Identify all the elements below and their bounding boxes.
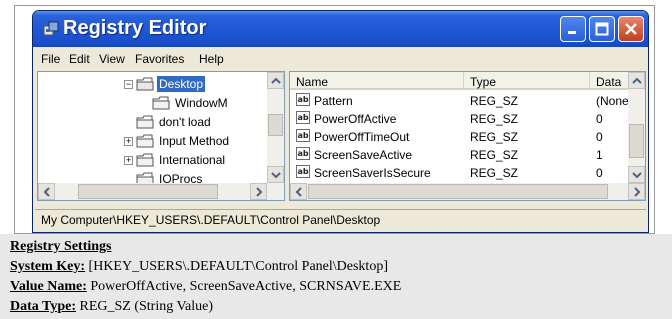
tree-node-label: Input Method xyxy=(159,134,230,148)
list-row[interactable]: ab ScreenSaverIsSecure REG_SZ 0 xyxy=(290,164,630,182)
list-row[interactable]: ab PowerOffTimeOut REG_SZ 0 xyxy=(290,128,630,146)
list-vertical-scrollbar[interactable] xyxy=(628,72,645,183)
status-bar: My Computer\HKEY_USERS\.DEFAULT\Control … xyxy=(35,209,646,230)
scroll-thumb[interactable] xyxy=(78,184,218,199)
registry-app-icon xyxy=(43,21,59,36)
value-type: REG_SZ xyxy=(470,166,519,180)
tree-node-label: Desktop xyxy=(157,76,206,92)
menu-view[interactable]: View xyxy=(99,52,125,66)
tree-node-label: WindowM xyxy=(175,96,228,110)
value-type: REG_SZ xyxy=(470,130,519,144)
key-tree-pane[interactable]: − Desktop WindowM don't load + Input Met… xyxy=(37,71,285,201)
system-key-label: System Key: xyxy=(10,259,86,274)
value-name: ScreenSaveActive xyxy=(314,148,413,162)
scroll-right-button[interactable] xyxy=(250,183,267,200)
column-header-data[interactable]: Data xyxy=(590,72,630,90)
scroll-thumb[interactable] xyxy=(629,124,644,158)
value-name-line: Value Name: PowerOffActive, ScreenSaveAc… xyxy=(10,279,401,295)
tree-node-label: don't load xyxy=(159,115,211,129)
value-type: REG_SZ xyxy=(470,112,519,126)
value-data: 0 xyxy=(596,112,603,126)
values-list-pane[interactable]: Name Type Data ab Pattern REG_SZ (None) … xyxy=(289,71,646,201)
string-value-icon: ab xyxy=(296,111,310,124)
folder-icon xyxy=(136,115,154,129)
close-icon xyxy=(625,23,637,35)
scroll-up-button[interactable] xyxy=(267,72,284,89)
minimize-icon xyxy=(568,31,576,34)
chevron-left-icon xyxy=(295,187,302,197)
collapse-icon[interactable]: − xyxy=(124,80,133,89)
folder-icon xyxy=(136,153,154,167)
folder-icon xyxy=(136,134,154,148)
tree-node-label: International xyxy=(159,153,226,167)
registry-editor-window: Registry Editor File Edit View Favorites… xyxy=(32,10,649,233)
value-data: 1 xyxy=(596,148,603,162)
folder-icon xyxy=(152,96,170,110)
scroll-thumb[interactable] xyxy=(268,114,283,136)
value-name: PowerOffActive xyxy=(314,112,397,126)
tree-vertical-scrollbar[interactable] xyxy=(267,72,284,183)
menu-file[interactable]: File xyxy=(41,52,60,66)
scroll-left-button[interactable] xyxy=(290,183,307,200)
menu-edit[interactable]: Edit xyxy=(69,52,90,66)
value-type: REG_SZ xyxy=(470,148,519,162)
data-type-line: Data Type: REG_SZ (String Value) xyxy=(10,299,213,315)
chevron-right-icon xyxy=(634,187,641,197)
maximize-icon xyxy=(595,22,609,36)
list-horizontal-scrollbar[interactable] xyxy=(290,183,645,200)
scroll-thumb[interactable] xyxy=(308,184,608,199)
menu-favorites[interactable]: Favorites xyxy=(135,52,184,66)
scroll-left-button[interactable] xyxy=(38,183,55,200)
value-data: 0 xyxy=(596,166,603,180)
column-header-name[interactable]: Name xyxy=(290,72,464,90)
window-title: Registry Editor xyxy=(63,17,207,39)
data-type-label: Data Type: xyxy=(10,299,76,314)
system-key-value: [HKEY_USERS\.DEFAULT\Control Panel\Deskt… xyxy=(88,259,388,274)
settings-heading: Registry Settings xyxy=(10,239,112,254)
chevron-up-icon xyxy=(271,77,281,84)
chevron-right-icon xyxy=(256,187,263,197)
system-key-line: System Key: [HKEY_USERS\.DEFAULT\Control… xyxy=(10,259,388,275)
list-row[interactable]: ab PowerOffActive REG_SZ 0 xyxy=(290,110,630,128)
value-name: Pattern xyxy=(314,94,353,108)
scroll-right-button[interactable] xyxy=(628,183,645,200)
string-value-icon: ab xyxy=(296,93,310,106)
expand-icon[interactable]: + xyxy=(124,137,133,146)
list-row[interactable]: ab ScreenSaveActive REG_SZ 1 xyxy=(290,146,630,164)
chevron-down-icon xyxy=(632,172,642,179)
list-row[interactable]: ab Pattern REG_SZ (None) xyxy=(290,92,633,110)
menu-bar: File Edit View Favorites Help xyxy=(33,49,648,69)
string-value-icon: ab xyxy=(296,129,310,142)
chevron-down-icon xyxy=(271,172,281,179)
close-button[interactable] xyxy=(618,16,644,42)
tree-horizontal-scrollbar[interactable] xyxy=(38,183,284,200)
value-name: ScreenSaverIsSecure xyxy=(314,166,431,180)
chevron-left-icon xyxy=(43,187,50,197)
expand-icon[interactable]: + xyxy=(124,156,133,165)
menu-help[interactable]: Help xyxy=(199,52,224,66)
scroll-down-button[interactable] xyxy=(628,166,645,183)
column-header-type[interactable]: Type xyxy=(464,72,590,90)
string-value-icon: ab xyxy=(296,147,310,160)
title-bar[interactable]: Registry Editor xyxy=(33,11,648,47)
screenshot-frame: Registry Editor File Edit View Favorites… xyxy=(14,5,655,234)
value-name-value: PowerOffActive, ScreenSaveActive, SCRNSA… xyxy=(90,279,402,294)
registry-settings-panel: Registry Settings System Key: [HKEY_USER… xyxy=(0,234,672,319)
value-name-label: Value Name: xyxy=(10,279,87,294)
minimize-button[interactable] xyxy=(560,16,586,42)
string-value-icon: ab xyxy=(296,165,310,178)
maximize-button[interactable] xyxy=(589,16,615,42)
chevron-up-icon xyxy=(632,77,642,84)
value-name: PowerOffTimeOut xyxy=(314,130,410,144)
data-type-value: REG_SZ (String Value) xyxy=(79,299,213,314)
value-data: 0 xyxy=(596,130,603,144)
value-type: REG_SZ xyxy=(470,94,519,108)
scroll-up-button[interactable] xyxy=(628,72,645,89)
scroll-down-button[interactable] xyxy=(267,166,284,183)
folder-icon xyxy=(136,77,154,91)
